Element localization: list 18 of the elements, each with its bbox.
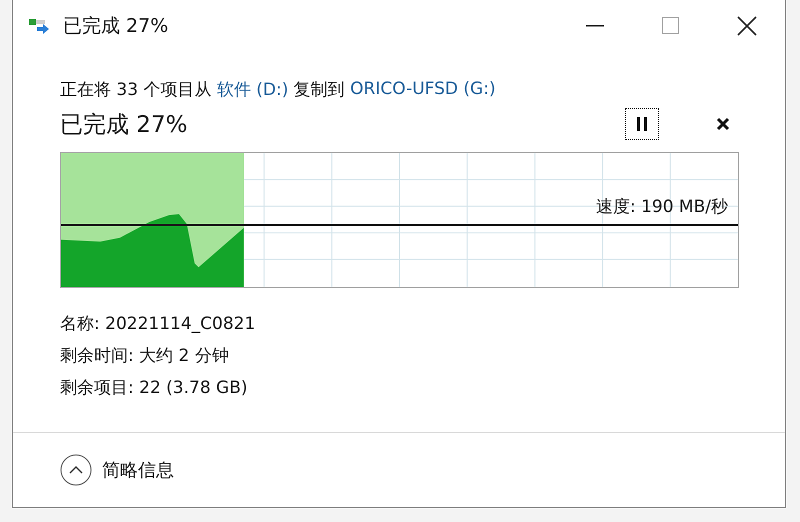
details-toggle[interactable]: 简略信息 <box>60 454 174 486</box>
detail-line: 名称: 20221114_C0821 <box>60 313 256 336</box>
copy-icon <box>29 17 51 35</box>
speed-label: 速度: 190 MB/秒 <box>596 196 728 218</box>
progress-title: 已完成 27% <box>60 110 188 140</box>
drive-link[interactable]: 软件 (D:) <box>216 78 288 100</box>
drive-link[interactable]: ORICO-UFSD (G:) <box>350 79 496 99</box>
window-title: 已完成 27% <box>63 14 170 39</box>
close-icon <box>737 16 757 36</box>
copy-description: 正在将 33 个项目从 软件 (D:) 复制到 ORICO-UFSD (G:) <box>60 76 497 102</box>
pause-button[interactable] <box>625 108 659 140</box>
cancel-icon <box>716 117 730 131</box>
detail-line: 剩余时间: 大约 2 分钟 <box>60 345 230 368</box>
minimize-icon <box>586 25 604 27</box>
pause-icon <box>637 117 647 131</box>
chevron-up-circle-icon <box>60 454 92 486</box>
detail-line: 剩余项目: 22 (3.78 GB) <box>60 377 249 400</box>
maximize-icon <box>662 17 680 35</box>
